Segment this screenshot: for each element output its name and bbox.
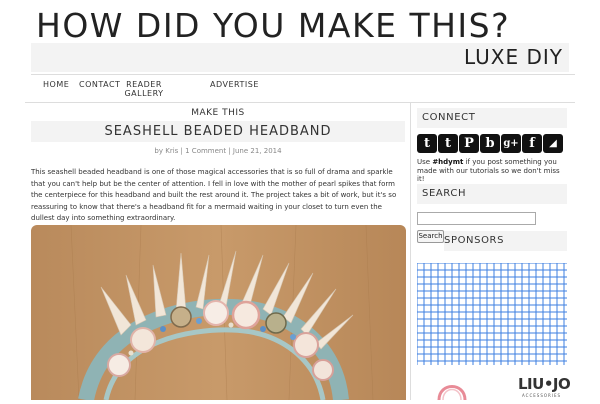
post-category[interactable]: MAKE THIS — [31, 108, 405, 118]
nav-divider-bottom — [25, 102, 575, 103]
bloglovin-icon[interactable]: b — [480, 134, 500, 153]
post-title-bar: SEASHELL BEADED HEADBAND — [31, 121, 405, 142]
sidebar-divider — [410, 103, 411, 400]
liujo-sub: ACCESSORIES — [522, 393, 562, 398]
sponsors-heading: SPONSORS — [444, 231, 567, 251]
rss-icon[interactable]: ◢ — [543, 134, 563, 153]
headband-icon — [437, 385, 467, 401]
pinterest-icon[interactable]: P — [459, 134, 479, 153]
tumblr-icon[interactable]: t — [438, 134, 458, 153]
post-body: This seashell beaded headband is one of … — [31, 168, 397, 222]
google-plus-icon[interactable]: g+ — [501, 134, 521, 153]
sponsors-heading-label: SPONSORS — [444, 235, 505, 246]
nav-reader-gallery[interactable]: READER GALLERY — [122, 80, 166, 98]
social-icons: t t P b g+ f ◢ — [417, 134, 563, 153]
twitter-icon[interactable]: t — [417, 134, 437, 153]
post-title[interactable]: SEASHELL BEADED HEADBAND — [31, 121, 405, 142]
tagline-bar: LUXE DIY — [31, 43, 569, 72]
sponsor-ad-grid-graphic — [416, 262, 567, 365]
search-button[interactable]: Search — [417, 230, 444, 243]
post-image-seashell-headband[interactable] — [31, 225, 406, 400]
post-author-link[interactable]: Kris — [165, 147, 178, 155]
post-meta-separator: | — [226, 147, 233, 155]
connect-heading-label: CONNECT — [422, 112, 476, 123]
post-meta-by: by — [154, 147, 164, 155]
facebook-icon[interactable]: f — [522, 134, 542, 153]
post-meta: by Kris | 1 Comment | June 21, 2014 — [31, 147, 405, 155]
hashtag-prefix: Use — [417, 158, 433, 166]
sponsor-ad-grid[interactable] — [416, 262, 567, 365]
main-nav: HOME CONTACT READER GALLERY ADVERTISE — [31, 75, 575, 100]
tagline: LUXE DIY — [464, 45, 563, 69]
search-input[interactable] — [417, 212, 536, 225]
nav-advertise[interactable]: ADVERTISE — [210, 81, 259, 89]
hashtag: #hdymt — [432, 158, 464, 166]
connect-heading: CONNECT — [417, 108, 567, 128]
hashtag-note: Use #hdymt if you post something you mad… — [417, 158, 569, 184]
nav-contact[interactable]: CONTACT — [79, 81, 120, 89]
post-date[interactable]: June 21, 2014 — [233, 147, 282, 155]
site-title[interactable]: HOW DID YOU MAKE THIS? — [36, 6, 510, 46]
search-heading-label: SEARCH — [422, 188, 467, 199]
liujo-logo: LIU•JO — [518, 375, 571, 393]
nav-home[interactable]: HOME — [43, 81, 69, 89]
post-comments-link[interactable]: 1 Comment — [185, 147, 226, 155]
search-heading: SEARCH — [417, 184, 567, 204]
